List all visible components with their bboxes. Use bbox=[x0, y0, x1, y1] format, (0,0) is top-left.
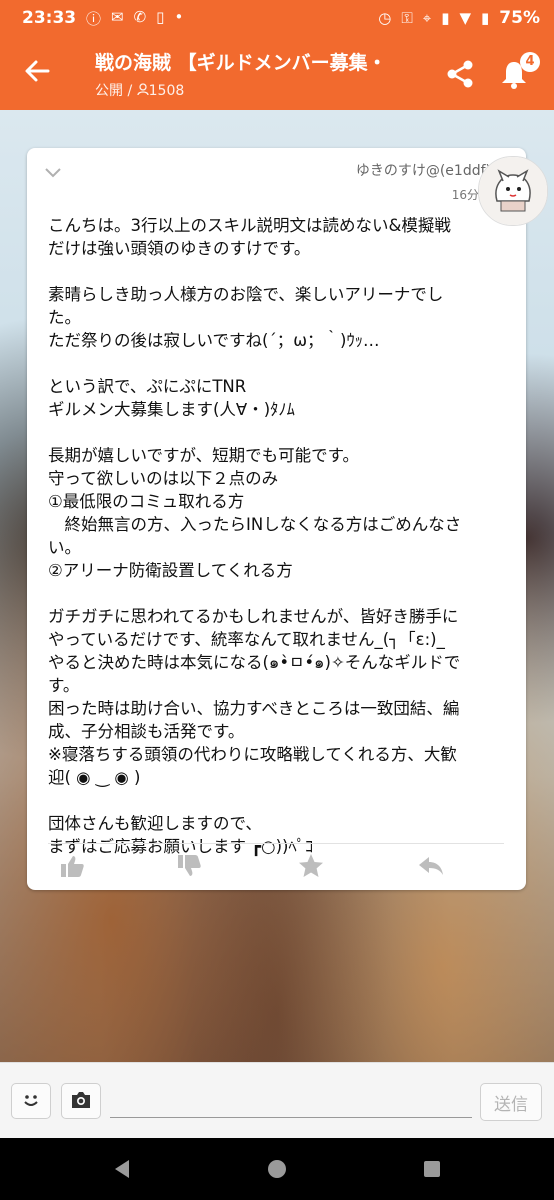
status-bar: 23:33 ⓘ ✉ ✆ ▯ • ◷ ⚿ ⌖ ▮ ▼ ▮ 75% bbox=[0, 0, 554, 36]
post-author: ゆきのすけ@(e1ddf) bbox=[355, 163, 491, 179]
message-input[interactable] bbox=[110, 1085, 472, 1118]
notification-badge: 4 bbox=[520, 52, 540, 72]
person-icon bbox=[136, 83, 149, 96]
card-divider bbox=[48, 843, 504, 844]
reply-icon[interactable] bbox=[417, 852, 445, 880]
star-icon[interactable] bbox=[297, 852, 325, 880]
app-header: 戦の海賊 【ギルドメンバー募集・ 公開 / 1508 4 bbox=[0, 36, 554, 110]
nav-back-icon[interactable] bbox=[110, 1157, 134, 1181]
share-icon[interactable] bbox=[444, 58, 476, 90]
emoji-button[interactable] bbox=[11, 1083, 51, 1119]
member-count: 1508 bbox=[148, 83, 185, 99]
battery-level: 75% bbox=[499, 8, 540, 28]
nav-home-icon[interactable] bbox=[265, 1157, 289, 1181]
post-body: こんちは。3行以上のスキル説明文は読めない&模擬戦 だけは強い頭領のゆきのすけで… bbox=[48, 216, 462, 856]
back-arrow-icon[interactable] bbox=[22, 56, 52, 86]
location-icon: ⌖ bbox=[422, 9, 432, 27]
post-actions bbox=[27, 848, 526, 884]
call-icon: ✆ bbox=[133, 8, 147, 26]
camera-icon bbox=[72, 1091, 90, 1108]
author-avatar[interactable] bbox=[478, 156, 548, 226]
vibrate-icon: ▮ bbox=[441, 9, 450, 27]
meta-separator: / bbox=[127, 83, 133, 99]
status-time: 23:33 bbox=[22, 8, 77, 28]
camera-button[interactable] bbox=[61, 1083, 101, 1119]
system-icons: ◷ ⚿ ⌖ ▮ ▼ ▮ 75% bbox=[378, 8, 540, 28]
thread-title: 戦の海賊 【ギルドメンバー募集・ bbox=[95, 52, 387, 74]
thumbs-up-icon[interactable] bbox=[58, 852, 86, 880]
avatar-image bbox=[479, 157, 547, 225]
dot-icon: • bbox=[174, 8, 184, 26]
alarm-icon: ◷ bbox=[378, 9, 392, 27]
send-button[interactable]: 送信 bbox=[480, 1083, 542, 1121]
message-card: ゆきのすけ@(e1ddf) 16分前 こんちは。3行以上のスキル説明文は読めない… bbox=[27, 148, 526, 890]
mail-icon: ✉ bbox=[111, 8, 124, 26]
wifi-icon: ▼ bbox=[459, 9, 472, 27]
smiley-icon bbox=[24, 1094, 38, 1106]
thumbs-down-icon[interactable] bbox=[175, 852, 203, 880]
nav-recents-icon[interactable] bbox=[420, 1157, 444, 1181]
thread-meta: 公開 / 1508 bbox=[95, 80, 184, 100]
message-input-bar: 送信 bbox=[0, 1062, 554, 1139]
sim-icon: ▯ bbox=[156, 8, 165, 26]
key-icon: ⚿ bbox=[401, 9, 413, 27]
chevron-down-icon[interactable] bbox=[43, 162, 63, 182]
battery-icon: ▮ bbox=[481, 9, 490, 27]
system-nav-bar bbox=[0, 1138, 554, 1200]
visibility-label: 公開 bbox=[95, 83, 123, 99]
info-icon: ⓘ bbox=[86, 10, 102, 28]
notification-icons: ⓘ ✉ ✆ ▯ • bbox=[86, 8, 183, 29]
